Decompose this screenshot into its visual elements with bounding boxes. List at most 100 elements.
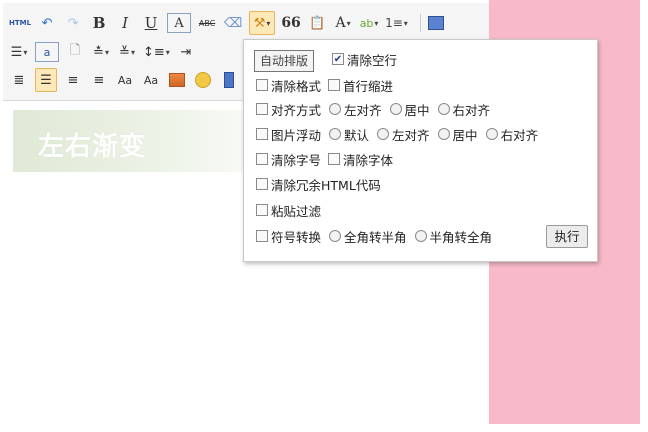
option-clear-redundant-html[interactable]: 清除冗余HTML代码 bbox=[256, 175, 381, 193]
toolbar-row-2: ☰ ▾ a 🗋 ≛ ▾ ≚ ▾ ↕≡ ▾ ⇥ bbox=[9, 40, 202, 64]
chevron-down-icon: ▾ bbox=[346, 18, 351, 28]
font-larger-button[interactable]: Aa bbox=[141, 69, 161, 91]
radio-label: 左对齐 bbox=[392, 127, 430, 143]
radio-button[interactable] bbox=[485, 128, 498, 140]
radio-label: 右对齐 bbox=[500, 127, 539, 143]
radio-button[interactable] bbox=[414, 230, 427, 242]
radio-label: 居中 bbox=[404, 102, 430, 118]
orderedlist-label: 1≡ bbox=[385, 16, 403, 30]
autotypeset-button[interactable]: ⚒ ▾ bbox=[249, 11, 276, 35]
option-label: 符号转换 bbox=[271, 229, 322, 245]
option-label: 图片浮动 bbox=[271, 127, 322, 143]
option-label-indent: 首行缩进 bbox=[343, 78, 394, 94]
checkbox[interactable] bbox=[256, 128, 268, 140]
toolbar-separator bbox=[419, 14, 421, 32]
checkbox[interactable] bbox=[328, 79, 341, 91]
strikethrough-button[interactable]: ABC bbox=[197, 12, 217, 34]
underline-button[interactable]: U bbox=[141, 12, 161, 34]
option-label: 对齐方式 bbox=[271, 102, 322, 118]
monitor-icon bbox=[427, 16, 444, 30]
justify-left-button[interactable]: ☰ bbox=[35, 68, 57, 92]
radio-label: 默认 bbox=[344, 127, 370, 143]
checkbox[interactable] bbox=[256, 204, 268, 216]
paragraph-spacing-top-button[interactable]: ≛ ▾ bbox=[91, 41, 111, 63]
option-label: 清除格式 bbox=[271, 78, 322, 94]
radio-button[interactable] bbox=[329, 128, 342, 140]
chevron-down-icon: ▾ bbox=[403, 18, 408, 28]
radio-label: 全角转半角 bbox=[344, 229, 407, 245]
option-label: 粘贴过滤 bbox=[271, 203, 322, 219]
bold-button[interactable]: B bbox=[89, 12, 109, 34]
radio-button[interactable] bbox=[329, 103, 342, 115]
indent-button[interactable]: ⇥ bbox=[176, 41, 196, 63]
smiley-icon bbox=[195, 72, 211, 88]
checkbox[interactable] bbox=[256, 79, 268, 91]
option-label: 清除字体 bbox=[343, 152, 394, 168]
font-smaller-button[interactable]: Aa bbox=[115, 69, 135, 91]
option-symbol-convert[interactable]: 符号转换 全角转半角 半角转全角 bbox=[256, 227, 492, 245]
backcolor-button[interactable]: ab ▾ bbox=[359, 12, 379, 34]
option-clear-format[interactable]: 清除格式 首行缩进 bbox=[256, 76, 393, 94]
insert-image-button[interactable] bbox=[167, 69, 187, 91]
source-html-button[interactable]: HTML bbox=[9, 12, 31, 34]
content-heading: 左右渐变 bbox=[38, 132, 147, 162]
eraser-icon[interactable]: ⌫ bbox=[223, 12, 243, 34]
template-button[interactable] bbox=[219, 69, 239, 91]
checkbox[interactable] bbox=[256, 178, 268, 190]
radio-label: 右对齐 bbox=[452, 102, 491, 118]
orderedlist-button[interactable]: 1≡ ▾ bbox=[385, 12, 408, 34]
checkbox[interactable] bbox=[256, 153, 268, 165]
image-icon bbox=[169, 73, 185, 87]
unorderedlist-button[interactable]: ☰ ▾ bbox=[9, 41, 29, 63]
pasteplain-icon[interactable]: 📋 bbox=[307, 12, 327, 34]
chevron-down-icon: ▾ bbox=[130, 47, 135, 57]
line-height-button[interactable]: ↕≡ ▾ bbox=[143, 41, 170, 63]
justify-right-button[interactable]: ≡ bbox=[89, 69, 109, 91]
radio-button[interactable] bbox=[377, 128, 390, 140]
option-image-float[interactable]: 图片浮动 默认 左对齐 居中 右对齐 bbox=[256, 125, 538, 143]
chevron-down-icon: ▾ bbox=[266, 18, 271, 28]
paragraph-spacing-bottom-button[interactable]: ≚ ▾ bbox=[117, 41, 137, 63]
radio-button[interactable] bbox=[437, 128, 450, 140]
checkbox[interactable] bbox=[256, 103, 268, 115]
blockquote-button[interactable]: 66 bbox=[281, 12, 301, 34]
italic-button[interactable]: I bbox=[115, 12, 135, 34]
document-icon[interactable]: 🗋 bbox=[65, 41, 85, 63]
radio-label: 半角转全角 bbox=[429, 229, 493, 245]
option-clear-font[interactable]: 清除字号 清除字体 bbox=[256, 150, 393, 168]
radio-button[interactable] bbox=[437, 103, 450, 115]
option-paste-filter[interactable]: 粘贴过滤 bbox=[256, 201, 321, 219]
checkbox-checked[interactable]: ✔ bbox=[332, 53, 344, 65]
execute-button[interactable]: 执行 bbox=[546, 225, 588, 248]
option-label: 清除空行 bbox=[347, 52, 398, 68]
autotypeset-tooltip: 自动排版 bbox=[254, 50, 315, 72]
radio-button[interactable] bbox=[329, 230, 342, 242]
forecolor-button[interactable]: A ▾ bbox=[333, 12, 353, 34]
chevron-down-icon: ▾ bbox=[374, 18, 379, 28]
backcolor-label: ab bbox=[359, 16, 374, 30]
undo-icon[interactable]: ↶ bbox=[37, 12, 57, 34]
emotion-button[interactable] bbox=[193, 69, 213, 91]
fontborder-button[interactable]: A bbox=[167, 13, 192, 33]
chevron-down-icon: ▾ bbox=[23, 47, 28, 57]
redo-icon[interactable]: ↷ bbox=[63, 12, 83, 34]
toolbar-row-1: HTML ↶ ↷ B I U A ABC ⌫ ⚒ ▾ 66 📋 A ▾ ab ▾ 1… bbox=[9, 11, 452, 35]
justify-full-button[interactable]: ≣ bbox=[9, 69, 29, 91]
template-icon bbox=[224, 72, 234, 88]
justify-center-button[interactable]: ≡ bbox=[63, 69, 83, 91]
magic-wand-icon: ⚒ bbox=[253, 15, 266, 31]
option-label: 清除字号 bbox=[271, 152, 322, 168]
radio-label: 左对齐 bbox=[344, 102, 382, 118]
chevron-down-icon: ▾ bbox=[104, 47, 109, 57]
checkbox[interactable] bbox=[328, 153, 341, 165]
option-label: 清除冗余HTML代码 bbox=[271, 177, 381, 193]
checkbox[interactable] bbox=[256, 230, 268, 242]
option-align[interactable]: 对齐方式 左对齐 居中 右对齐 bbox=[256, 100, 490, 118]
toolbar-row-3: ≣ ☰ ≡ ≡ Aa Aa bbox=[9, 68, 245, 92]
radio-label: 居中 bbox=[452, 127, 478, 143]
option-clear-empty-line[interactable]: ✔ 清除空行 bbox=[332, 50, 397, 68]
fullscreen-button[interactable] bbox=[426, 12, 446, 34]
link-button[interactable]: a bbox=[35, 42, 59, 62]
forecolor-label: A bbox=[335, 15, 346, 31]
radio-button[interactable] bbox=[389, 103, 402, 115]
